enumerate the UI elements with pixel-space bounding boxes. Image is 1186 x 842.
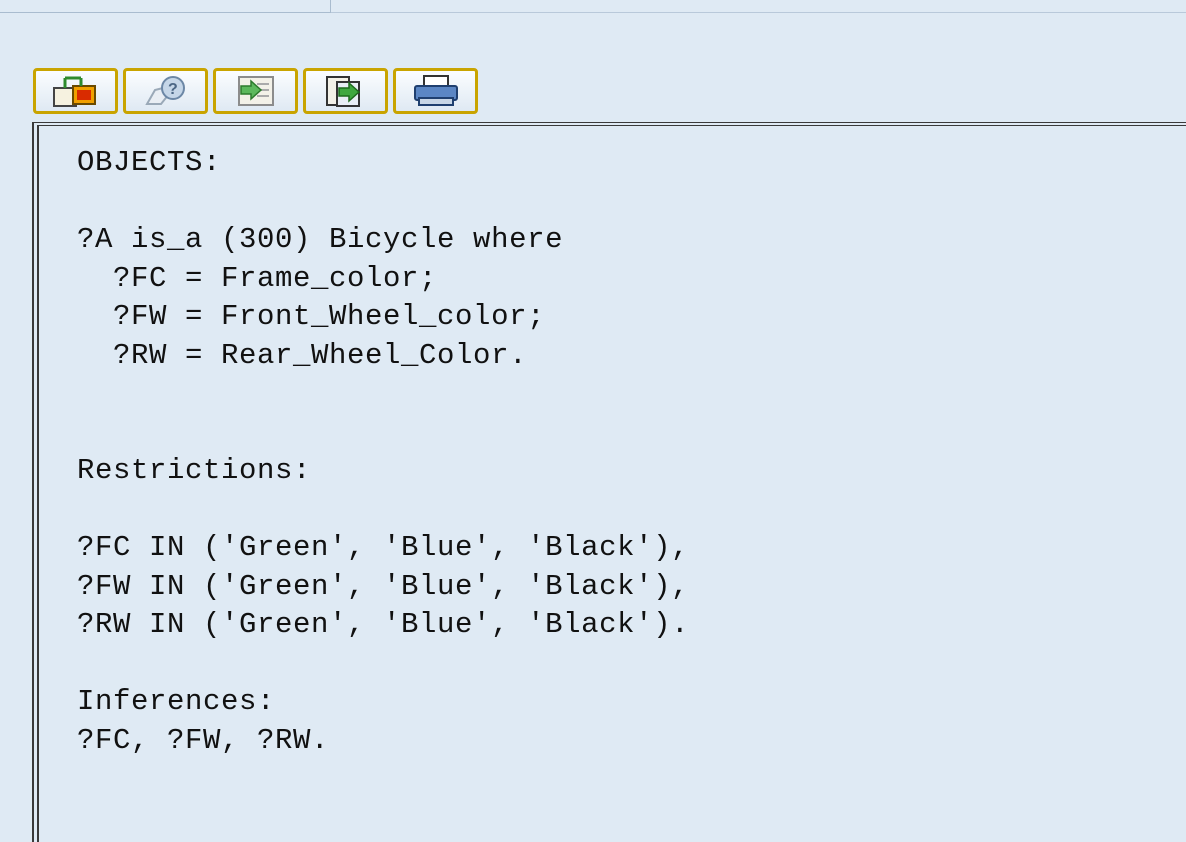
code-line: ?FC IN ('Green', 'Blue', 'Black'), xyxy=(77,531,690,564)
export-button[interactable] xyxy=(303,68,388,114)
code-line: Restrictions: xyxy=(77,454,312,487)
code-text[interactable]: OBJECTS: ?A is_a (300) Bicycle where ?FC … xyxy=(77,144,689,760)
code-line: Inferences: xyxy=(77,685,276,718)
code-line: ?FC = Frame_color; xyxy=(77,261,438,295)
export-document-icon xyxy=(321,74,371,108)
code-line: OBJECTS: xyxy=(77,146,222,179)
code-line: ?RW IN ('Green', 'Blue', 'Black'). xyxy=(77,608,690,641)
help-button[interactable]: ? xyxy=(123,68,208,114)
import-document-icon xyxy=(231,74,281,108)
hierarchy-icon xyxy=(51,74,101,108)
code-line: ?FC, ?FW, ?RW. xyxy=(77,723,330,757)
window-top-bar xyxy=(0,0,1186,13)
structure-button[interactable] xyxy=(33,68,118,114)
rule-editor[interactable]: OBJECTS: ?A is_a (300) Bicycle where ?FC … xyxy=(32,122,1186,842)
tab-edge xyxy=(0,0,331,13)
toolbar: ? xyxy=(33,68,478,118)
svg-text:?: ? xyxy=(168,81,178,98)
import-button[interactable] xyxy=(213,68,298,114)
code-line: ?RW = Rear_Wheel_Color. xyxy=(77,338,528,372)
code-line: ?FW IN ('Green', 'Blue', 'Black'), xyxy=(77,569,690,603)
printer-icon xyxy=(411,74,461,108)
code-line: ?A is_a (300) Bicycle where xyxy=(77,223,564,256)
print-button[interactable] xyxy=(393,68,478,114)
help-hand-icon: ? xyxy=(141,74,191,108)
code-line: ?FW = Front_Wheel_color; xyxy=(77,300,546,333)
